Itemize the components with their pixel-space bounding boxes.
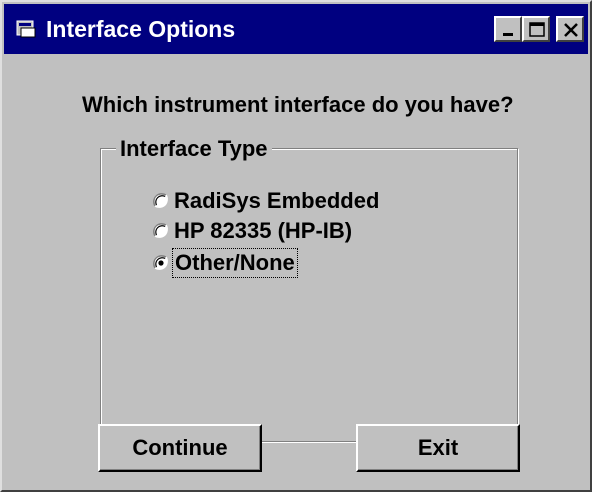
minimize-button[interactable] <box>494 16 522 42</box>
minimize-icon <box>503 33 513 36</box>
app-icon[interactable] <box>16 20 38 38</box>
maximize-button[interactable] <box>522 16 550 42</box>
radio-label[interactable]: RadiSys Embedded <box>174 188 379 214</box>
radio-label[interactable]: HP 82335 (HP-IB) <box>174 218 352 244</box>
close-icon <box>564 23 578 37</box>
groupbox-label: Interface Type <box>116 136 272 162</box>
question-text: Which instrument interface do you have? <box>82 92 514 117</box>
dialog-client-area: Which instrument interface do you have? … <box>4 54 588 490</box>
continue-button[interactable]: Continue <box>98 424 262 472</box>
radio-unselected-icon[interactable] <box>152 192 170 210</box>
close-button[interactable] <box>556 16 584 42</box>
window-title: Interface Options <box>46 16 236 42</box>
radio-selected-icon[interactable] <box>152 254 170 272</box>
radio-label[interactable]: Other/None <box>172 248 298 278</box>
title-bar[interactable]: Interface Options <box>4 4 588 54</box>
radio-unselected-icon[interactable] <box>152 222 170 240</box>
interface-options-window: Interface Options Which instrument inter… <box>0 0 592 492</box>
exit-button[interactable]: Exit <box>356 424 520 472</box>
maximize-icon <box>529 22 545 37</box>
